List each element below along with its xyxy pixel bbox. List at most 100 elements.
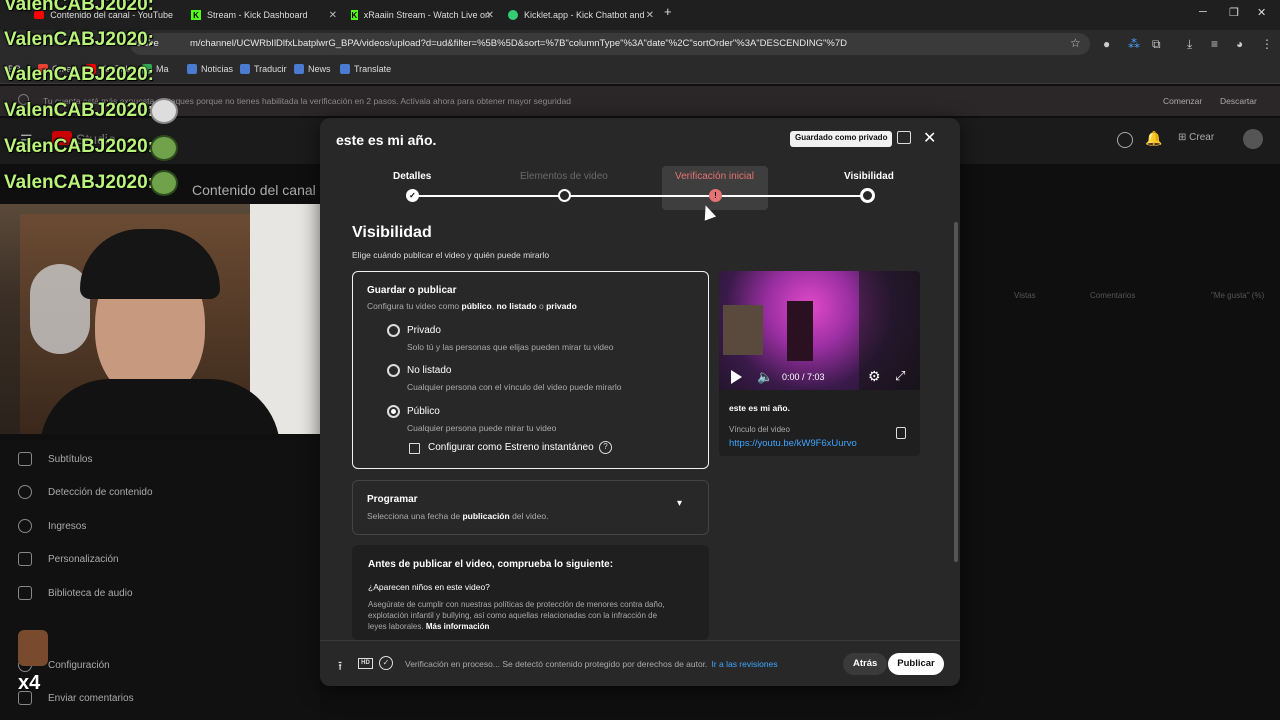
review-link[interactable]: Ir a las revisiones <box>711 659 777 669</box>
step-checks[interactable]: Verificación inicial <box>675 171 754 182</box>
window-close-icon[interactable]: ✕ <box>1257 6 1266 19</box>
save-publish-card: Guardar o publicar Configura tu video co… <box>352 271 709 469</box>
audio-library-icon <box>18 586 32 600</box>
step-details[interactable]: Detalles <box>393 171 431 182</box>
create-label: Crear <box>1189 132 1215 143</box>
schedule-description: Selecciona una fecha de publicación del … <box>367 511 548 521</box>
url-bar[interactable]: utube m/channel/UCWRbIlDlfxLbatplwrG_BPA… <box>130 33 1090 55</box>
premiere-label[interactable]: Configurar como Estreno instantáneo <box>428 442 594 453</box>
maximize-icon[interactable]: ❐ <box>1229 6 1239 19</box>
translate-extension-icon[interactable]: ⁂ <box>1128 37 1140 51</box>
schedule-heading: Programar <box>367 494 418 505</box>
tab-title: xRaaiin Stream - Watch Live on <box>363 10 490 20</box>
close-tab-icon[interactable]: ✕ <box>646 10 654 21</box>
tab-search-icon[interactable]: ≡ <box>1211 37 1218 51</box>
saved-status-badge: Guardado como privado <box>790 131 893 147</box>
desc-text: Selecciona una fecha de <box>367 511 463 521</box>
new-tab-button[interactable]: + <box>664 4 672 19</box>
tab-kick-dashboard[interactable]: K Stream - Kick Dashboard ✕ <box>183 4 341 26</box>
back-button[interactable]: Atrás <box>843 653 888 675</box>
start-button[interactable]: Comenzar <box>1163 96 1202 106</box>
publish-button[interactable]: Publicar <box>888 653 944 675</box>
bookmark-news[interactable]: News <box>294 64 331 74</box>
bookmark-noticias[interactable]: Noticias <box>187 64 233 74</box>
close-tab-icon[interactable]: ✕ <box>329 10 337 21</box>
desc-private: privado <box>546 301 577 311</box>
puzzle-icon[interactable]: ⧉ <box>1152 37 1161 52</box>
desc-text: Configura tu video como <box>367 301 462 311</box>
sidebar-item-label: Configuración <box>48 659 110 671</box>
bookmark-translate[interactable]: Translate <box>340 64 391 74</box>
option-private-label[interactable]: Privado <box>407 325 441 336</box>
star-icon[interactable]: ☆ <box>1070 36 1081 50</box>
play-icon[interactable] <box>731 370 742 384</box>
translate-icon <box>240 64 250 74</box>
bell-icon[interactable]: 🔔 <box>1145 130 1162 147</box>
account-avatar[interactable] <box>1243 129 1263 149</box>
streamer-shirt <box>40 379 280 434</box>
sidebar-item-customization[interactable]: Personalización <box>18 552 119 566</box>
chat-line: ValenCABJ2020: <box>4 0 154 15</box>
fullscreen-icon[interactable]: ⤢ <box>895 368 905 384</box>
profile-avatar-icon[interactable]: ◕ <box>1236 37 1243 51</box>
hd-icon[interactable]: HD <box>358 658 373 669</box>
option-unlisted-desc: Cualquier persona con el vínculo del vid… <box>407 382 622 392</box>
dismiss-button[interactable]: Descartar <box>1220 96 1257 106</box>
thumbnail-webcam <box>723 305 763 355</box>
desc-unlisted: no listado <box>496 301 537 311</box>
step-visibility[interactable]: Visibilidad <box>844 171 894 182</box>
check-circle-icon[interactable]: ✓ <box>379 656 393 670</box>
step-video-elements[interactable]: Elementos de video <box>520 171 608 182</box>
upload-dialog: este es mi año. Guardado como privado ✕ … <box>320 118 960 686</box>
radio-private[interactable] <box>387 324 400 337</box>
gear-icon[interactable]: ⚙ <box>868 368 881 385</box>
desc-text: del video. <box>509 511 549 521</box>
premiere-checkbox[interactable] <box>409 443 420 454</box>
bookmark-label: Traducir <box>254 64 287 74</box>
column-views: Vistas <box>1014 291 1036 300</box>
help-icon[interactable]: ? <box>599 441 612 454</box>
sidebar-item-audio-library[interactable]: Biblioteca de audio <box>18 586 133 600</box>
menu-icon[interactable]: ⋮ <box>1261 37 1273 51</box>
copy-icon[interactable] <box>896 427 906 439</box>
sidebar-item-content-detection[interactable]: Detección de contenido <box>18 485 153 499</box>
schedule-card[interactable]: Programar Selecciona una fecha de public… <box>352 480 709 535</box>
upload-icon[interactable]: ⭱ <box>338 657 342 678</box>
help-icon[interactable] <box>1117 132 1133 148</box>
streamer-avatar-emote <box>18 630 48 666</box>
close-icon[interactable]: ✕ <box>923 128 936 148</box>
time-display: 0:00 / 7:03 <box>782 372 825 382</box>
scrollbar[interactable] <box>954 222 958 562</box>
sidebar-item-label: Subtítulos <box>48 453 93 465</box>
close-tab-icon[interactable]: ✕ <box>486 10 494 21</box>
desc-text: o <box>536 301 547 311</box>
chevron-down-icon[interactable]: ▾ <box>677 498 682 509</box>
video-preview-card: 🔈 0:00 / 7:03 ⚙ ⤢ este es mi año. Víncul… <box>719 271 920 456</box>
sidebar-item-earnings[interactable]: Ingresos <box>18 519 86 533</box>
video-thumbnail[interactable]: 🔈 0:00 / 7:03 ⚙ ⤢ <box>719 271 920 390</box>
video-link[interactable]: https://youtu.be/kW9F6xUurvo <box>729 438 857 449</box>
download-icon[interactable]: ⤓ <box>1187 37 1192 52</box>
minimize-icon[interactable]: ─ <box>1199 6 1207 18</box>
report-icon[interactable] <box>897 131 911 144</box>
save-description: Configura tu video como público, no list… <box>367 301 577 311</box>
volume-icon[interactable]: 🔈 <box>757 369 773 385</box>
option-public-label[interactable]: Público <box>407 406 440 417</box>
page-heading: Contenido del canal <box>192 182 316 198</box>
radio-unlisted[interactable] <box>387 364 400 377</box>
tab-kicklet[interactable]: Kicklet.app - Kick Chatbot and ✕ <box>500 4 658 26</box>
extension-icon[interactable]: ● <box>1103 37 1110 51</box>
security-warning-bar: Tu cuenta está más expuesta a ataques po… <box>0 86 1280 116</box>
option-unlisted-label[interactable]: No listado <box>407 365 451 376</box>
checklist-body: Asegúrate de cumplir con nuestras políti… <box>368 599 668 632</box>
more-info-link[interactable]: Más información <box>426 622 490 631</box>
sidebar-item-subtitles[interactable]: Subtítulos <box>18 452 92 466</box>
bookmark-traducir[interactable]: Traducir <box>240 64 287 74</box>
address-row: utube m/channel/UCWRbIlDlfxLbatplwrG_BPA… <box>0 30 1280 58</box>
tab-kick-stream[interactable]: K xRaaiin Stream - Watch Live on ✕ <box>343 4 498 26</box>
create-button[interactable]: ⊞ Crear <box>1178 132 1214 143</box>
radio-public[interactable] <box>387 405 400 418</box>
dollar-icon <box>18 519 32 533</box>
checklist-text: Asegúrate de cumplir con nuestras políti… <box>368 600 665 631</box>
chat-line: ValenCABJ2020: <box>4 136 154 157</box>
